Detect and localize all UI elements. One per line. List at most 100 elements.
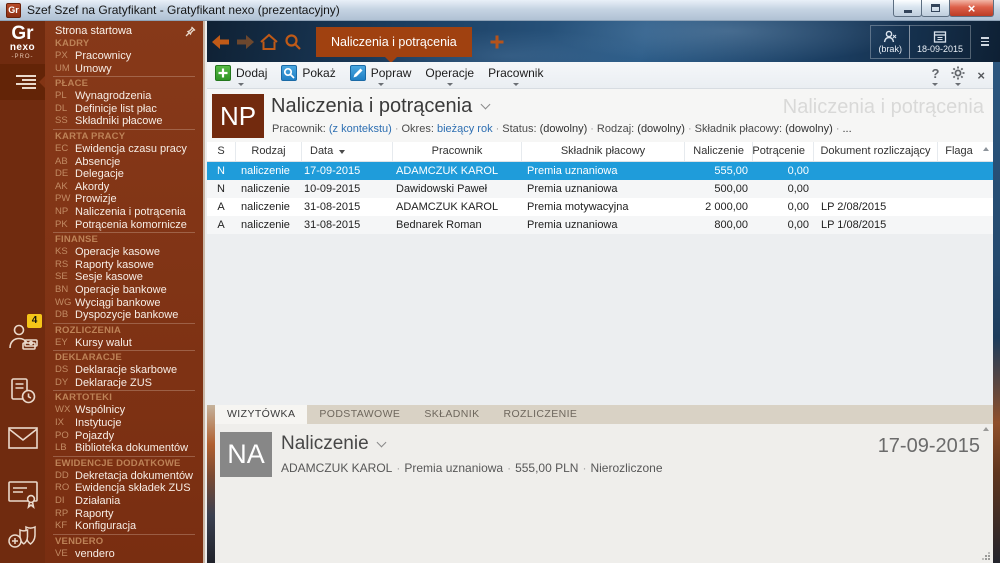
sidebar-item-db[interactable]: DBDyspozycje bankowe <box>45 309 203 322</box>
popraw-button[interactable]: Popraw <box>350 65 412 86</box>
column-header-sk-adnik-p-acowy[interactable]: Składnik płacowy <box>521 142 684 161</box>
rail-item-time[interactable] <box>0 376 45 406</box>
filter-value-pracownik[interactable]: (z kontekstu) <box>329 123 392 135</box>
sidebar-item-ey[interactable]: EYKursy walut <box>45 337 203 350</box>
sidebar-item-pl[interactable]: PLWynagrodzenia <box>45 90 203 103</box>
filter-value-rodzaj[interactable]: (dowolny) <box>637 123 685 135</box>
cell-flaga <box>937 198 980 216</box>
pin-icon[interactable] <box>185 26 196 37</box>
table-row[interactable]: Nnaliczenie10-09-2015Dawidowski PawełPre… <box>207 180 993 198</box>
close-view-button[interactable]: × <box>977 68 985 83</box>
sidebar-item-wx[interactable]: WXWspólnicy <box>45 404 203 417</box>
resize-grip[interactable] <box>981 551 990 560</box>
new-tab-button[interactable] <box>485 30 509 54</box>
table-row[interactable]: Analiczenie31-08-2015ADAMCZUK KAROLPremi… <box>207 198 993 216</box>
sidebar-item-code: WG <box>55 297 75 310</box>
column-header-pracownik[interactable]: Pracownik <box>392 142 521 161</box>
column-header-potr-cenie[interactable]: Potrącenie <box>752 142 813 161</box>
forward-button[interactable] <box>233 30 257 54</box>
cell-naliczenie: 555,00 <box>684 162 752 180</box>
detail-tab-wizyt-wka[interactable]: WIZYTÓWKA <box>215 405 307 424</box>
sidebar-item-strona-startowa[interactable]: Strona startowa <box>45 24 203 38</box>
operacje-button[interactable]: Operacje <box>425 65 474 86</box>
hamburger-icon <box>22 87 36 89</box>
sidebar-item-de[interactable]: DEDelegacje <box>45 168 203 181</box>
column-header-s[interactable]: S <box>207 142 235 161</box>
sidebar-item-ro[interactable]: ROEwidencja składek ZUS <box>45 482 203 495</box>
scroll-up-icon[interactable] <box>983 147 989 151</box>
column-header-naliczenie[interactable]: Naliczenie <box>684 142 752 161</box>
rail-item-community[interactable] <box>0 523 45 553</box>
sidebar-item-ak[interactable]: AKAkordy <box>45 181 203 194</box>
list-title-dropdown[interactable]: Naliczenia i potrącenia <box>271 95 489 118</box>
scroll-up-icon[interactable] <box>983 427 989 431</box>
search-button[interactable] <box>281 30 305 54</box>
filter-value-status[interactable]: (dowolny) <box>540 123 588 135</box>
cell-naliczenie: 800,00 <box>684 216 752 234</box>
sidebar-item-code: WX <box>55 404 75 417</box>
sidebar-item-ds[interactable]: DSDeklaracje skarbowe <box>45 364 203 377</box>
sidebar-item-se[interactable]: SESesje kasowe <box>45 271 203 284</box>
sidebar-item-wg[interactable]: WGWyciągi bankowe <box>45 297 203 310</box>
pracownik-button[interactable]: Pracownik <box>488 65 543 86</box>
sidebar-item-rp[interactable]: RPRaporty <box>45 508 203 521</box>
sidebar-item-bn[interactable]: BNOperacje bankowe <box>45 284 203 297</box>
sidebar-item-px[interactable]: PXPracownicy <box>45 50 203 63</box>
sidebar-item-rs[interactable]: RSRaporty kasowe <box>45 259 203 272</box>
detail-tab-podstawowe[interactable]: PODSTAWOWE <box>307 405 412 424</box>
logo-nexo: nexo <box>0 43 45 53</box>
filter-more[interactable]: ... <box>843 123 852 135</box>
column-header-data[interactable]: Data <box>301 142 392 161</box>
minimize-button[interactable] <box>893 0 922 17</box>
nav-overflow-button[interactable] <box>976 25 994 59</box>
sidebar-item-ab[interactable]: ABAbsencje <box>45 156 203 169</box>
menu-toggle-button[interactable] <box>0 64 45 100</box>
sidebar-item-ec[interactable]: ECEwidencja czasu pracy <box>45 143 203 156</box>
close-button[interactable]: × <box>949 0 994 17</box>
sidebar-item-np[interactable]: NPNaliczenia i potrącenia <box>45 206 203 219</box>
show-icon <box>281 65 297 81</box>
sidebar-item-kf[interactable]: KFKonfiguracja <box>45 520 203 533</box>
sidebar-item-dl[interactable]: DLDefinicje list płac <box>45 103 203 116</box>
home-button[interactable] <box>257 30 281 54</box>
sidebar-item-pk[interactable]: PKPotrącenia komornicze <box>45 219 203 232</box>
rail-item-documents[interactable] <box>0 479 45 509</box>
tab-naliczenia-i-potracenia[interactable]: Naliczenia i potrącenia <box>316 27 472 57</box>
filter-value-okres[interactable]: bieżący rok <box>437 123 493 135</box>
back-button[interactable] <box>209 30 233 54</box>
sidebar-item-ss[interactable]: SSSkładniki płacowe <box>45 115 203 128</box>
column-header-flaga[interactable]: Flaga <box>937 142 980 161</box>
detail-title-dropdown[interactable]: Naliczenie <box>281 433 385 455</box>
dodaj-button[interactable]: Dodaj <box>215 65 267 86</box>
table-row[interactable]: Nnaliczenie17-09-2015ADAMCZUK KAROLPremi… <box>207 162 993 180</box>
sidebar-item-ix[interactable]: IXInstytucje <box>45 417 203 430</box>
sidebar-item-label: Pracownicy <box>75 50 131 63</box>
cell-flaga <box>937 216 980 234</box>
sidebar-item-lb[interactable]: LBBiblioteka dokumentów <box>45 442 203 455</box>
sidebar-item-dy[interactable]: DYDeklaracje ZUS <box>45 377 203 390</box>
table-row[interactable]: Analiczenie31-08-2015Bednarek RomanPremi… <box>207 216 993 234</box>
sidebar-item-di[interactable]: DIDziałania <box>45 495 203 508</box>
sidebar-item-label: Umowy <box>75 63 112 76</box>
detail-area: WIZYTÓWKAPODSTAWOWESKŁADNIKROZLICZENIE N… <box>207 405 993 563</box>
maximize-button[interactable] <box>921 0 950 17</box>
sidebar-item-ks[interactable]: KSOperacje kasowe <box>45 246 203 259</box>
rail-item-messages[interactable] <box>0 426 45 450</box>
cell-s: A <box>207 216 235 234</box>
chevron-down-icon <box>376 437 386 447</box>
detail-tab-rozliczenie[interactable]: ROZLICZENIE <box>491 405 589 424</box>
settings-button[interactable] <box>951 65 965 86</box>
sidebar-item-ve[interactable]: VEvendero <box>45 548 203 561</box>
sidebar-item-po[interactable]: POPojazdy <box>45 430 203 443</box>
work-date-button[interactable]: 18-09-2015 <box>909 25 971 59</box>
sidebar-item-dd[interactable]: DDDekretacja dokumentów <box>45 470 203 483</box>
help-button[interactable]: ? <box>931 65 939 86</box>
pokaz-button[interactable]: Pokaż <box>281 65 335 86</box>
filter-value-sk-adnik-p-acowy[interactable]: (dowolny) <box>785 123 833 135</box>
sidebar-item-pw[interactable]: PWProwizje <box>45 193 203 206</box>
user-button[interactable]: (brak) <box>870 25 910 59</box>
column-header-rodzaj[interactable]: Rodzaj <box>235 142 301 161</box>
sidebar-item-um[interactable]: UMUmowy <box>45 63 203 76</box>
detail-tab-sk-adnik[interactable]: SKŁADNIK <box>412 405 491 424</box>
column-header-dokument-rozliczaj-cy[interactable]: Dokument rozliczający <box>813 142 937 161</box>
